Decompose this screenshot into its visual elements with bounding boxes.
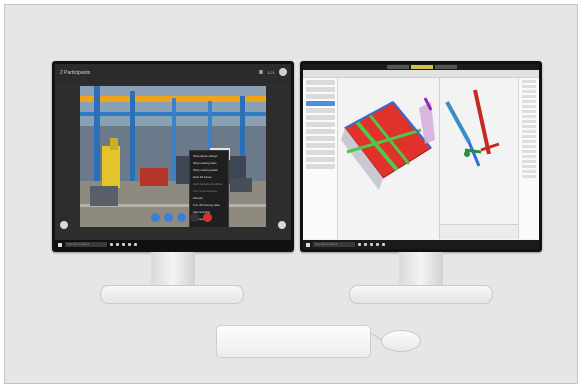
cad-tabs — [387, 65, 457, 69]
tree-item[interactable] — [306, 129, 335, 134]
windows-start-icon[interactable] — [306, 242, 310, 247]
tree-item[interactable] — [306, 143, 335, 148]
taskbar-search-input[interactable]: Type here to search — [65, 242, 107, 247]
property-row[interactable] — [522, 100, 536, 103]
taskview-icon[interactable] — [358, 243, 361, 246]
explorer-icon[interactable] — [122, 243, 125, 246]
tree-item[interactable] — [306, 157, 335, 162]
property-row[interactable] — [522, 145, 536, 148]
video-feed: Show device settings Show meeting notes … — [80, 86, 266, 227]
edge-icon[interactable] — [116, 243, 119, 246]
tree-item[interactable] — [306, 122, 335, 127]
call-title: 2 Participants — [60, 70, 91, 76]
factory-video-image — [80, 86, 266, 227]
edge-icon[interactable] — [364, 243, 367, 246]
properties-panel — [518, 78, 539, 239]
microphone-icon[interactable] — [164, 213, 173, 222]
left-taskbar: Type here to search — [55, 240, 291, 249]
call-header: 2 Participants 3:21 — [55, 64, 291, 84]
property-row[interactable] — [522, 155, 536, 158]
tree-item[interactable] — [306, 164, 335, 169]
share-icon[interactable] — [177, 213, 186, 222]
right-side-button[interactable] — [278, 221, 286, 229]
property-row[interactable] — [522, 95, 536, 98]
context-menu-item[interactable]: Show device settings — [190, 153, 228, 160]
more-icon[interactable] — [190, 213, 199, 222]
property-row[interactable] — [522, 135, 536, 138]
call-duration: 3:21 — [267, 69, 275, 75]
cad-app-icon[interactable] — [382, 243, 385, 246]
tree-item[interactable] — [306, 108, 335, 113]
property-row[interactable] — [522, 85, 536, 88]
property-row[interactable] — [522, 125, 536, 128]
property-row[interactable] — [522, 170, 536, 173]
left-stand-neck — [151, 252, 195, 289]
cad-toolbar — [303, 70, 539, 78]
property-row[interactable] — [522, 80, 536, 83]
left-side-button[interactable] — [60, 221, 68, 229]
property-row[interactable] — [522, 140, 536, 143]
mouse[interactable] — [381, 330, 421, 352]
avatar[interactable] — [279, 68, 287, 76]
keyboard[interactable] — [216, 325, 371, 358]
feature-tree — [303, 78, 338, 239]
call-header-icons: 3:21 — [259, 68, 287, 76]
tree-item[interactable] — [306, 94, 335, 99]
context-menu-item[interactable]: Show meeting details — [190, 167, 228, 174]
property-row[interactable] — [522, 150, 536, 153]
tree-item[interactable] — [306, 80, 335, 85]
property-row[interactable] — [522, 130, 536, 133]
cad-3d-model-main[interactable] — [339, 80, 437, 210]
left-screen: 2 Participants 3:21 Show device settings… — [55, 64, 291, 249]
property-row[interactable] — [522, 105, 536, 108]
context-menu-item[interactable]: Dial pad — [190, 195, 228, 202]
context-menu-item[interactable]: Show meeting notes — [190, 160, 228, 167]
property-row[interactable] — [522, 90, 536, 93]
left-monitor: 2 Participants 3:21 Show device settings… — [52, 61, 294, 252]
property-row[interactable] — [522, 165, 536, 168]
right-stand-neck — [399, 252, 443, 289]
context-menu-item[interactable]: Enter full screen — [190, 174, 228, 181]
tree-item[interactable] — [306, 87, 335, 92]
right-stand-base — [349, 285, 493, 304]
tree-item[interactable] — [306, 150, 335, 155]
view-divider[interactable] — [439, 78, 440, 239]
left-stand-base — [100, 285, 244, 304]
explorer-icon[interactable] — [370, 243, 373, 246]
property-row[interactable] — [522, 160, 536, 163]
video-camera-icon[interactable] — [151, 213, 160, 222]
store-icon[interactable] — [128, 243, 131, 246]
taskbar-search-input[interactable]: Type here to search — [313, 242, 355, 247]
context-menu-item[interactable]: Turn off incoming video — [190, 202, 228, 209]
call-controls — [151, 213, 212, 222]
right-screen: Type here to search — [303, 64, 539, 249]
tree-item[interactable] — [306, 115, 335, 120]
windows-start-icon[interactable] — [58, 242, 62, 247]
context-menu-item[interactable]: Turn on live captions — [190, 188, 228, 195]
taskview-icon[interactable] — [110, 243, 113, 246]
right-taskbar: Type here to search — [303, 240, 539, 249]
tree-item[interactable] — [306, 136, 335, 141]
teams-icon[interactable] — [134, 243, 137, 246]
hang-up-icon[interactable] — [203, 213, 212, 222]
tab-active[interactable] — [411, 65, 433, 69]
property-row[interactable] — [522, 175, 536, 178]
cad-status-panel — [440, 224, 518, 239]
tab-drawing[interactable] — [435, 65, 457, 69]
property-row[interactable] — [522, 110, 536, 113]
cad-3d-model-secondary[interactable] — [441, 80, 507, 210]
property-row[interactable] — [522, 120, 536, 123]
tab-model[interactable] — [387, 65, 409, 69]
people-icon[interactable] — [259, 70, 264, 74]
right-monitor: Type here to search — [300, 61, 542, 252]
store-icon[interactable] — [376, 243, 379, 246]
tree-item-selected[interactable] — [306, 101, 335, 106]
context-menu-item[interactable]: Apply background effects — [190, 181, 228, 188]
property-row[interactable] — [522, 115, 536, 118]
